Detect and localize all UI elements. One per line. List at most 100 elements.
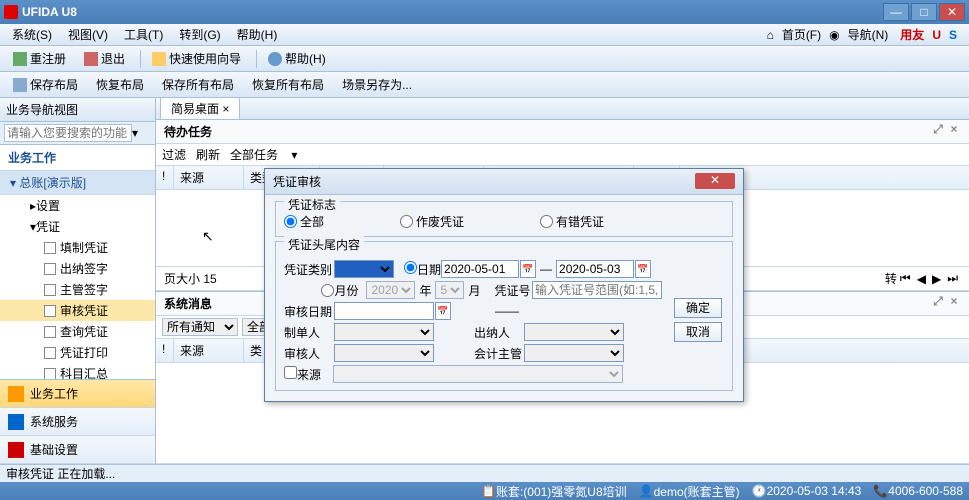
loading-text: 审核凭证 正在加载... xyxy=(6,465,115,482)
toolbar-primary: 重注册 退出 快速使用向导 帮助(H) xyxy=(0,46,969,72)
month-label: 月 xyxy=(468,282,480,299)
menu-home[interactable]: 首页(F) xyxy=(782,26,821,43)
radio-invalid[interactable]: 作废凭证 xyxy=(400,213,464,230)
label-auditor: 审核人 xyxy=(284,345,334,362)
tree-item-voucher[interactable]: ▾ 凭证 xyxy=(0,216,155,237)
date-from-input[interactable] xyxy=(441,260,519,278)
radio-all[interactable]: 全部 xyxy=(284,213,324,230)
label-acct: 会计主管 xyxy=(474,345,524,362)
filter-link[interactable]: 过滤 xyxy=(162,146,186,163)
sidebar-btn-base[interactable]: 基础设置 xyxy=(0,436,155,464)
sysmsg-filter1[interactable]: 所有通知 xyxy=(162,318,238,336)
auditor-select[interactable] xyxy=(334,344,434,362)
base-icon xyxy=(8,442,24,458)
tree-leaf[interactable]: 主管签字 xyxy=(0,279,155,300)
save-layout-button[interactable]: 保存布局 xyxy=(6,73,85,96)
menu-help[interactable]: 帮助(H) xyxy=(229,24,286,45)
year-select[interactable]: 2020 xyxy=(366,281,415,299)
calendar-icon[interactable]: 📅 xyxy=(435,302,451,320)
checkbox-source[interactable]: 来源 xyxy=(284,366,321,383)
sidebar-btn-svc[interactable]: 系统服务 xyxy=(0,408,155,436)
tree-leaf[interactable]: 凭证打印 xyxy=(0,342,155,363)
fs2-legend: 凭证头尾内容 xyxy=(284,236,364,253)
tree-item-settings[interactable]: ▸ 设置 xyxy=(0,195,155,216)
cancel-button[interactable]: 取消 xyxy=(674,322,722,342)
fs1-legend: 凭证标志 xyxy=(284,196,340,213)
menu-nav[interactable]: 导航(N) xyxy=(848,26,889,43)
nav-tree: ▾ 总账[演示版] ▸ 设置 ▾ 凭证 填制凭证 出纳签字 主管签字 审核凭证 … xyxy=(0,171,155,379)
wizard-icon xyxy=(152,52,166,66)
restore-all-layout-button[interactable]: 恢复所有布局 xyxy=(245,73,331,96)
sidebar-btn-biz[interactable]: 业务工作 xyxy=(0,380,155,408)
radio-month[interactable]: 月份 xyxy=(321,282,366,299)
search-dropdown-icon[interactable]: ▾ xyxy=(132,126,138,140)
tree-leaf-audit[interactable]: 审核凭证 xyxy=(0,300,155,321)
tree-leaf[interactable]: 查询凭证 xyxy=(0,321,155,342)
all-tasks-link[interactable]: 全部任务 ▾ xyxy=(230,146,297,163)
radio-date[interactable]: 日期 xyxy=(404,261,441,278)
panel-pin-icon[interactable]: ⤢ xyxy=(931,295,945,309)
voucher-type-select[interactable] xyxy=(334,260,394,278)
audit-date-input[interactable] xyxy=(334,302,434,320)
menu-system[interactable]: 系统(S) xyxy=(4,24,60,45)
menu-goto[interactable]: 转到(G) xyxy=(171,24,228,45)
panel-close-icon[interactable]: × xyxy=(947,123,961,137)
exit-icon xyxy=(84,52,98,66)
minimize-button[interactable]: — xyxy=(883,3,909,21)
maker-select[interactable] xyxy=(334,323,434,341)
month-select[interactable]: 5 xyxy=(435,281,464,299)
wizard-button[interactable]: 快速使用向导 xyxy=(145,47,248,70)
calendar-icon[interactable]: 📅 xyxy=(520,260,536,278)
source-select[interactable] xyxy=(333,365,623,383)
app-logo-icon xyxy=(4,5,18,19)
save-all-layout-button[interactable]: 保存所有布局 xyxy=(155,73,241,96)
tree-root[interactable]: ▾ 总账[演示版] xyxy=(0,171,155,195)
tree-leaf[interactable]: 填制凭证 xyxy=(0,237,155,258)
date-to-input[interactable] xyxy=(556,260,634,278)
save-scene-button[interactable]: 场景另存为... xyxy=(335,73,419,96)
ok-button[interactable]: 确定 xyxy=(674,298,722,318)
panel-pin-icon[interactable]: ⤢ xyxy=(931,123,945,137)
dialog-close-button[interactable]: ✕ xyxy=(695,173,735,189)
cashier-select[interactable] xyxy=(524,323,624,341)
pager-goto[interactable]: 转 xyxy=(885,270,897,287)
panel-close-icon[interactable]: × xyxy=(947,295,961,309)
pager-prev-icon[interactable]: ◀ xyxy=(917,272,926,286)
col-source[interactable]: 来源 xyxy=(174,339,244,362)
restore-layout-button[interactable]: 恢复布局 xyxy=(89,73,151,96)
dialog-title: 凭证审核 xyxy=(273,173,695,190)
calendar-icon[interactable]: 📅 xyxy=(635,260,651,278)
nav-icon: ◉ xyxy=(829,28,839,42)
voucher-content-fieldset: 凭证头尾内容 凭证类别 日期 📅 — 📅 月份 2020 年 5 月 xyxy=(275,241,733,391)
help-button[interactable]: 帮助(H) xyxy=(261,47,333,70)
refresh-link[interactable]: 刷新 xyxy=(196,146,220,163)
toolbar-layout: 保存布局 恢复布局 保存所有布局 恢复所有布局 场景另存为... xyxy=(0,72,969,98)
year-label: 年 xyxy=(419,282,431,299)
tree-leaf[interactable]: 科目汇总 xyxy=(0,363,155,379)
reregister-button[interactable]: 重注册 xyxy=(6,47,73,70)
tree-leaf[interactable]: 出纳签字 xyxy=(0,258,155,279)
voucher-no-input[interactable] xyxy=(532,281,662,299)
pager-first-icon[interactable]: ⏮ xyxy=(900,271,911,286)
window-titlebar: UFIDA U8 — □ ✕ xyxy=(0,0,969,24)
col-excl[interactable]: ! xyxy=(156,339,174,362)
maximize-button[interactable]: □ xyxy=(911,3,937,21)
tab-bar: 简易桌面 × xyxy=(156,98,969,120)
menu-view[interactable]: 视图(V) xyxy=(60,24,116,45)
close-button[interactable]: ✕ xyxy=(939,3,965,21)
pager-next-icon[interactable]: ▶ xyxy=(932,272,941,286)
radio-error[interactable]: 有错凭证 xyxy=(540,213,604,230)
col-excl[interactable]: ! xyxy=(156,166,174,189)
acct-select[interactable] xyxy=(524,344,624,362)
menu-tools[interactable]: 工具(T) xyxy=(116,24,171,45)
search-input[interactable] xyxy=(4,124,132,142)
pager-last-icon[interactable]: ⏭ xyxy=(947,271,958,286)
tab-simple-desktop[interactable]: 简易桌面 × xyxy=(160,97,240,119)
page-size-label: 页大小 xyxy=(164,270,200,287)
tab-close-icon[interactable]: × xyxy=(222,102,229,116)
sysmsg-title: 系统消息 xyxy=(164,295,212,312)
col-source[interactable]: 来源 xyxy=(174,166,244,189)
status-account: 📋 账套:(001)强零氮U8培训 xyxy=(481,483,627,500)
exit-button[interactable]: 退出 xyxy=(77,47,132,70)
doc-icon xyxy=(44,368,56,380)
